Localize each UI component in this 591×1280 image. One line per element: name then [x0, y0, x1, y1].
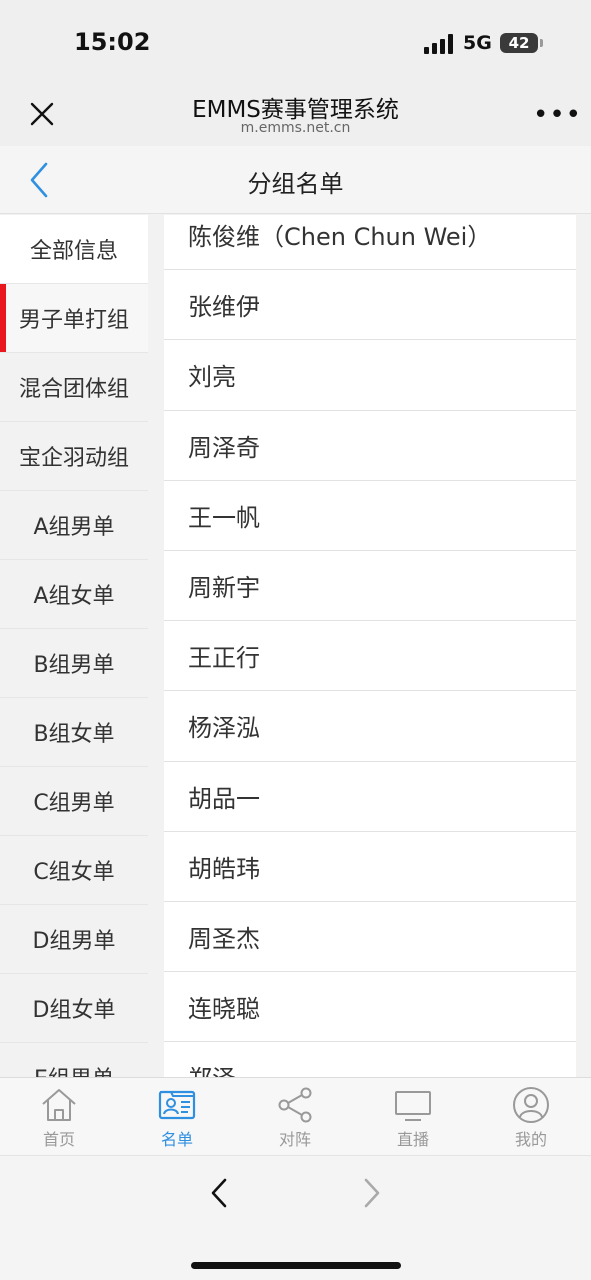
list-item[interactable]: 胡品一 [164, 762, 576, 832]
monitor-icon [395, 1091, 431, 1121]
list-item[interactable]: 周泽奇 [164, 411, 576, 481]
network-type: 5G [463, 32, 492, 54]
tab-live[interactable]: 直播 [354, 1086, 472, 1150]
sidebar-item-d-womens[interactable]: D组女单 [0, 974, 148, 1043]
page-title: 分组名单 [247, 170, 344, 198]
home-indicator [191, 1262, 401, 1269]
sidebar-item-b-womens[interactable]: B组女单 [0, 698, 148, 767]
site-title: EMMS赛事管理系统 [192, 97, 399, 123]
id-card-icon [158, 1090, 196, 1120]
home-icon [42, 1089, 76, 1121]
share-icon [278, 1087, 312, 1123]
tab-label: 名单 [160, 1130, 193, 1149]
tab-matchup[interactable]: 对阵 [236, 1086, 354, 1150]
sidebar-item-mens-singles[interactable]: 男子单打组 [0, 284, 148, 353]
tab-label: 直播 [396, 1130, 429, 1149]
sidebar-item-b-mens[interactable]: B组男单 [0, 629, 148, 698]
more-icon[interactable]: ••• [533, 100, 582, 130]
tab-label: 首页 [42, 1130, 75, 1149]
sidebar-item-e-mens[interactable]: E组男单 [0, 1043, 148, 1077]
battery-icon: 42 [500, 33, 543, 53]
sidebar-item-label: 全部信息 [29, 239, 118, 264]
user-icon [513, 1087, 549, 1123]
sidebar-item-all-info[interactable]: 全部信息 [0, 215, 148, 284]
tab-mine[interactable]: 我的 [472, 1086, 590, 1150]
sidebar-item-d-mens[interactable]: D组男单 [0, 905, 148, 974]
tab-label: 我的 [514, 1130, 547, 1149]
list-item[interactable]: 王正行 [164, 621, 576, 692]
sidebar-item-label: B组女单 [33, 722, 115, 747]
list-item[interactable]: 陈俊维（Chen Chun Wei） [164, 215, 576, 271]
list-item[interactable]: 郑泽 [164, 1042, 576, 1077]
tab-roster[interactable]: 名单 [118, 1086, 236, 1150]
browser-nav-bar [0, 1155, 591, 1280]
sidebar-item-c-mens[interactable]: C组男单 [0, 767, 148, 836]
sidebar-item-label: 男子单打组 [18, 308, 129, 333]
list-item[interactable]: 周新宇 [164, 551, 576, 622]
sidebar-item-label: C组男单 [33, 791, 115, 816]
list-item[interactable]: 王一帆 [164, 481, 576, 551]
nav-forward-icon[interactable] [358, 1176, 388, 1210]
tab-label: 对阵 [278, 1130, 311, 1149]
player-list: 陈俊维（Chen Chun Wei） 张维伊 刘亮 周泽奇 王一帆 周新宇 王正… [164, 215, 576, 1077]
sidebar-item-label: 混合团体组 [18, 377, 129, 402]
sidebar-item-label: E组男单 [34, 1061, 114, 1077]
sidebar-item-label: C组女单 [33, 860, 115, 885]
list-item[interactable]: 胡皓玮 [164, 832, 576, 902]
list-item[interactable]: 刘亮 [164, 340, 576, 411]
status-bar: 15:02 5G 42 [0, 0, 591, 86]
list-item[interactable]: 张维伊 [164, 270, 576, 341]
content-area: 全部信息 男子单打组 混合团体组 宝企羽动组 A组男单 A组女单 B组男单 B组… [0, 215, 591, 1077]
sidebar-item-c-womens[interactable]: C组女单 [0, 836, 148, 905]
sidebar-item-baoqi-group[interactable]: 宝企羽动组 [0, 422, 148, 491]
bottom-tab-bar: 首页 名单 对阵 直播 我的 [0, 1077, 591, 1155]
sidebar-item-a-womens[interactable]: A组女单 [0, 560, 148, 629]
list-item[interactable]: 周圣杰 [164, 902, 576, 973]
sidebar-item-label: D组男单 [32, 929, 116, 954]
site-url: m.emms.net.cn [240, 120, 351, 136]
signal-icon [424, 34, 456, 54]
browser-bar: EMMS赛事管理系统 m.emms.net.cn ••• [0, 86, 591, 146]
sidebar-item-mixed-team[interactable]: 混合团体组 [0, 353, 148, 422]
tab-home[interactable]: 首页 [0, 1086, 118, 1150]
sidebar-item-label: D组女单 [32, 998, 116, 1023]
sidebar-item-label: 宝企羽动组 [18, 446, 129, 471]
group-sidebar: 全部信息 男子单打组 混合团体组 宝企羽动组 A组男单 A组女单 B组男单 B组… [0, 215, 148, 1077]
nav-back-icon[interactable] [205, 1176, 235, 1210]
status-time: 15:02 [74, 28, 151, 56]
list-item[interactable]: 连晓聪 [164, 972, 576, 1043]
list-item[interactable]: 杨泽泓 [164, 691, 576, 762]
sidebar-item-label: A组男单 [33, 515, 115, 540]
page-header: 分组名单 [0, 146, 591, 214]
sidebar-item-label: A组女单 [33, 584, 115, 609]
sidebar-item-label: B组男单 [33, 653, 115, 678]
sidebar-item-a-mens[interactable]: A组男单 [0, 491, 148, 560]
